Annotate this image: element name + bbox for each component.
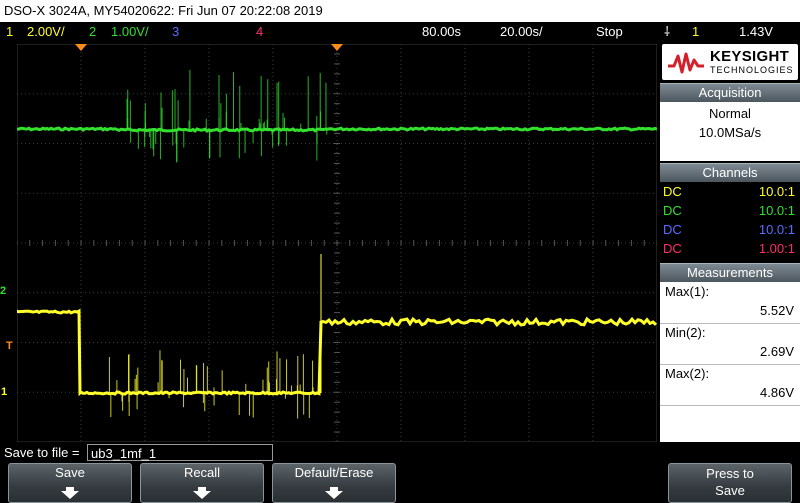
measurement-2[interactable]: Min(2): 2.69V [660, 323, 800, 365]
time-scale[interactable]: 20.00s/ [500, 22, 543, 42]
ch2-number[interactable]: 2 [89, 22, 96, 42]
save-label-line2: Save [715, 483, 745, 498]
logo-subtitle: TECHNOLOGIES [710, 65, 794, 75]
ch1-coupling: DC [663, 184, 682, 199]
side-panel: KEYSIGHT TECHNOLOGIES Acquisition Normal… [660, 42, 800, 442]
recall-softkey-label: Recall [183, 465, 221, 480]
measurement-1[interactable]: Max(1): 5.52V [660, 282, 800, 324]
delay-reference-marker [331, 44, 343, 51]
measurement-2-value: 2.69V [760, 344, 794, 359]
recall-softkey[interactable]: Recall [140, 463, 264, 503]
save-softkey-label: Save [55, 465, 85, 480]
keysight-wave-icon [668, 52, 704, 74]
measurements-header[interactable]: Measurements [660, 263, 800, 282]
save-softkey[interactable]: Save [8, 463, 132, 503]
trigger-level-marker[interactable]: T [6, 340, 13, 352]
measurement-1-label: Max(1): [665, 284, 710, 299]
trigger-edge-icon: ⸸ [664, 24, 671, 39]
ch1-ground-marker[interactable]: 1 [1, 386, 7, 398]
channels-header[interactable]: Channels [660, 163, 800, 182]
channel-row-3[interactable]: DC 10.0:1 [663, 222, 797, 241]
ch4-probe-ratio: 1.00:1 [758, 241, 795, 256]
trigger-level[interactable]: 1.43V [739, 22, 773, 42]
trigger-position-marker [75, 44, 87, 51]
default-erase-softkey-label: Default/Erase [294, 465, 374, 480]
press-to-label: Press to [706, 466, 754, 481]
ch2-ground-marker[interactable]: 2 [0, 285, 6, 297]
channel-row-4[interactable]: DC 1.00:1 [663, 241, 797, 260]
status-bar: 1 2.00V/ 2 1.00V/ 3 4 80.00s 20.00s/ Sto… [0, 22, 800, 42]
ground-markers: 2 T 1 [0, 44, 17, 442]
window-title: DSO-X 3024A, MY54020622: Fri Jun 07 20:2… [0, 0, 800, 22]
channel-row-2[interactable]: DC 10.0:1 [663, 203, 797, 222]
ch3-number[interactable]: 3 [172, 22, 179, 42]
measurement-2-label: Min(2): [665, 325, 706, 340]
channel-row-1[interactable]: DC 10.0:1 [663, 184, 797, 203]
save-bar: Save to file = ub3_1mf_1 [0, 443, 800, 463]
press-to-save-softkey[interactable]: Press to Save [668, 463, 792, 503]
ch2-probe-ratio: 10.0:1 [758, 203, 795, 218]
waveform-display[interactable] [17, 44, 657, 442]
arrow-down-icon [61, 487, 79, 499]
ch2-waveform [17, 126, 657, 133]
acquisition-header[interactable]: Acquisition [660, 83, 800, 102]
default-erase-softkey[interactable]: Default/Erase [272, 463, 396, 503]
time-delay[interactable]: 80.00s [422, 22, 461, 42]
ch4-coupling: DC [663, 241, 682, 256]
ch1-scale[interactable]: 2.00V/ [27, 22, 65, 42]
ch1-number[interactable]: 1 [6, 22, 13, 42]
measurement-3-value: 4.86V [760, 385, 794, 400]
ch1-probe-ratio: 10.0:1 [758, 184, 795, 199]
measurement-3-label: Max(2): [665, 366, 710, 381]
channels-body: DC 10.0:1 DC 10.0:1 DC 10.0:1 DC 1.00:1 [660, 182, 800, 261]
waveform-svg [17, 44, 657, 442]
filename-field[interactable]: ub3_1mf_1 [87, 444, 273, 461]
measurements-body: Max(1): 5.52V Min(2): 2.69V Max(2): 4.86… [660, 282, 800, 442]
run-state[interactable]: Stop [596, 22, 623, 42]
acquisition-body: Normal 10.0MSa/s [660, 102, 800, 161]
trigger-source[interactable]: 1 [692, 22, 699, 42]
arrow-down-icon [193, 487, 211, 499]
ch4-number[interactable]: 4 [256, 22, 263, 42]
measurement-1-value: 5.52V [760, 303, 794, 318]
ch2-scale[interactable]: 1.00V/ [111, 22, 149, 42]
ch2-coupling: DC [663, 203, 682, 218]
ch3-probe-ratio: 10.0:1 [758, 222, 795, 237]
keysight-logo: KEYSIGHT TECHNOLOGIES [662, 44, 798, 80]
acquisition-mode: Normal [709, 106, 751, 121]
measurement-3[interactable]: Max(2): 4.86V [660, 364, 800, 406]
ch3-coupling: DC [663, 222, 682, 237]
arrow-down-icon [325, 487, 343, 499]
acquisition-rate: 10.0MSa/s [698, 125, 762, 140]
logo-brand: KEYSIGHT [710, 48, 790, 65]
save-label: Save to file = [4, 445, 80, 460]
